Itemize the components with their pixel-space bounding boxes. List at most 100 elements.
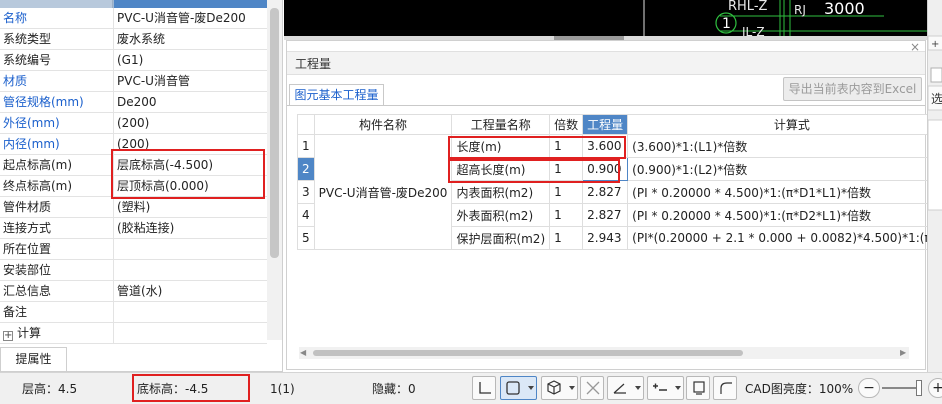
property-name-label: 管径规格(mm): [3, 95, 84, 109]
property-tab[interactable]: 提属性: [0, 347, 67, 371]
property-row[interactable]: 系统编号 (G1): [0, 50, 267, 71]
multiple-cell[interactable]: 1: [549, 134, 584, 158]
property-value[interactable]: (胶粘连接): [114, 218, 267, 238]
scroll-left-icon[interactable]: ◀: [300, 348, 308, 358]
column-header-qty-name[interactable]: 工程量名称: [451, 114, 551, 135]
scrollbar-thumb[interactable]: [270, 8, 279, 258]
tab-basic-quantity[interactable]: 图元基本工程量: [289, 84, 384, 106]
offset-button[interactable]: [647, 376, 684, 400]
property-row[interactable]: 连接方式 (胶粘连接): [0, 218, 267, 239]
property-row[interactable]: 备注: [0, 302, 267, 323]
multiple-cell[interactable]: 1: [549, 180, 584, 204]
cad-label-rhl: RHL-Z: [728, 0, 768, 14]
property-name-label: 连接方式: [3, 221, 52, 235]
property-row[interactable]: 管径规格(mm) De200: [0, 92, 267, 113]
property-row[interactable]: 名称 PVC-U消音管-废De200: [0, 8, 267, 29]
property-value[interactable]: [114, 302, 267, 322]
quantity-cell[interactable]: 2.827: [582, 180, 629, 204]
property-row[interactable]: 汇总信息 管道(水): [0, 281, 267, 302]
property-row[interactable]: 系统类型 废水系统: [0, 29, 267, 50]
property-value[interactable]: 管道(水): [114, 281, 267, 301]
zoom-in-button[interactable]: +: [928, 378, 942, 398]
multiple-cell[interactable]: 1: [549, 226, 584, 250]
property-row[interactable]: 外径(mm) (200): [0, 113, 267, 134]
display-button[interactable]: [686, 376, 710, 400]
quantity-cell[interactable]: 3.600: [582, 134, 629, 158]
cross-snap-button[interactable]: [580, 376, 604, 400]
expand-plus-icon[interactable]: +: [3, 331, 13, 341]
row-index[interactable]: 5: [297, 226, 315, 250]
brightness-slider-handle[interactable]: [916, 380, 922, 396]
ortho-snap-button[interactable]: [472, 376, 496, 400]
property-value[interactable]: (G1): [114, 50, 267, 70]
angle-button[interactable]: [607, 376, 644, 400]
quantity-name-cell: 长度(m): [451, 134, 551, 158]
property-value[interactable]: 层顶标高(0.000): [114, 176, 267, 196]
cube-icon: [547, 380, 561, 395]
export-excel-button[interactable]: 导出当前表内容到Excel: [783, 77, 922, 101]
property-row[interactable]: 内径(mm) (200): [0, 134, 267, 155]
property-table-header: [0, 0, 267, 8]
header-name-column: [0, 0, 113, 8]
property-name: 名称: [0, 8, 114, 28]
scroll-right-icon[interactable]: ▶: [900, 348, 908, 358]
component-name-cell: PVC-U消音管-废De200: [313, 134, 453, 250]
zoom-out-button[interactable]: −: [858, 378, 880, 398]
row-index[interactable]: 2: [297, 157, 315, 181]
right-strip-label[interactable]: 选: [931, 92, 942, 106]
property-row[interactable]: 所在位置: [0, 239, 267, 260]
row-index[interactable]: 4: [297, 203, 315, 227]
offset-icon: [653, 383, 667, 391]
property-name: 外径(mm): [0, 113, 114, 133]
property-name: 起点标高(m): [0, 155, 114, 175]
right-side-panel: + 选: [927, 0, 942, 372]
property-value[interactable]: [114, 239, 267, 259]
property-row[interactable]: 终点标高(m) 层顶标高(0.000): [0, 176, 267, 197]
quantity-name-cell: 保护层面积(m2): [451, 226, 551, 250]
row-index[interactable]: 3: [297, 180, 315, 204]
curve-button[interactable]: [713, 376, 737, 400]
property-row[interactable]: 安装部位: [0, 260, 267, 281]
property-row[interactable]: 材质 PVC-U消音管: [0, 71, 267, 92]
cad-label-rj: RJ: [794, 3, 806, 17]
cad-canvas[interactable]: 1 RHL-Z 3000 RJ JL-Z: [284, 0, 927, 36]
column-header-component[interactable]: 构件名称: [313, 114, 453, 135]
property-value[interactable]: 层底标高(-4.500): [114, 155, 267, 175]
column-header-quantity[interactable]: 工程量: [582, 114, 629, 135]
scrollbar-thumb[interactable]: [313, 350, 743, 356]
property-value[interactable]: PVC-U消音管: [114, 71, 267, 91]
column-header-formula[interactable]: 计算式: [627, 114, 942, 135]
3d-view-button[interactable]: [541, 376, 578, 400]
property-name-label: 汇总信息: [3, 284, 52, 298]
multiple-cell[interactable]: 1: [549, 157, 584, 181]
property-row[interactable]: + 计算: [0, 323, 267, 344]
row-index[interactable]: 1: [297, 134, 315, 158]
property-scrollbar[interactable]: [267, 0, 282, 340]
property-row[interactable]: 起点标高(m) 层底标高(-4.500): [0, 155, 267, 176]
property-value[interactable]: (塑料): [114, 197, 267, 217]
property-value[interactable]: 废水系统: [114, 29, 267, 49]
formula-cell: (3.600)*1:(L1)*倍数: [627, 134, 942, 158]
property-value[interactable]: [114, 260, 267, 280]
quantity-cell[interactable]: 2.827: [582, 203, 629, 227]
property-name-label: 系统编号: [3, 53, 52, 67]
property-name-label: 起点标高(m): [3, 158, 73, 172]
property-row[interactable]: 管件材质 (塑料): [0, 197, 267, 218]
quantity-cell[interactable]: 2.943: [582, 226, 629, 250]
formula-cell: (PI * 0.20000 * 4.500)*1:(π*D2*L1)*倍数: [627, 203, 942, 227]
property-value[interactable]: (200): [114, 134, 267, 154]
column-header-multiple[interactable]: 倍数: [549, 114, 584, 135]
table-row[interactable]: 1 PVC-U消音管-废De200 长度(m) 1 3.600 (3.600)*1:(L1…: [297, 134, 942, 250]
quantity-horizontal-scrollbar[interactable]: ◀ ▶: [299, 347, 909, 359]
select-frame-button[interactable]: [500, 376, 537, 400]
property-name: 终点标高(m): [0, 176, 114, 196]
property-name: 连接方式: [0, 218, 114, 238]
property-value[interactable]: De200: [114, 92, 267, 112]
property-name-label: 备注: [3, 305, 28, 319]
property-value[interactable]: [114, 323, 267, 343]
multiple-cell[interactable]: 1: [549, 203, 584, 227]
curve-icon: [720, 382, 732, 394]
property-value[interactable]: PVC-U消音管-废De200: [114, 8, 267, 28]
property-value[interactable]: (200): [114, 113, 267, 133]
quantity-cell[interactable]: 0.900: [582, 157, 629, 181]
